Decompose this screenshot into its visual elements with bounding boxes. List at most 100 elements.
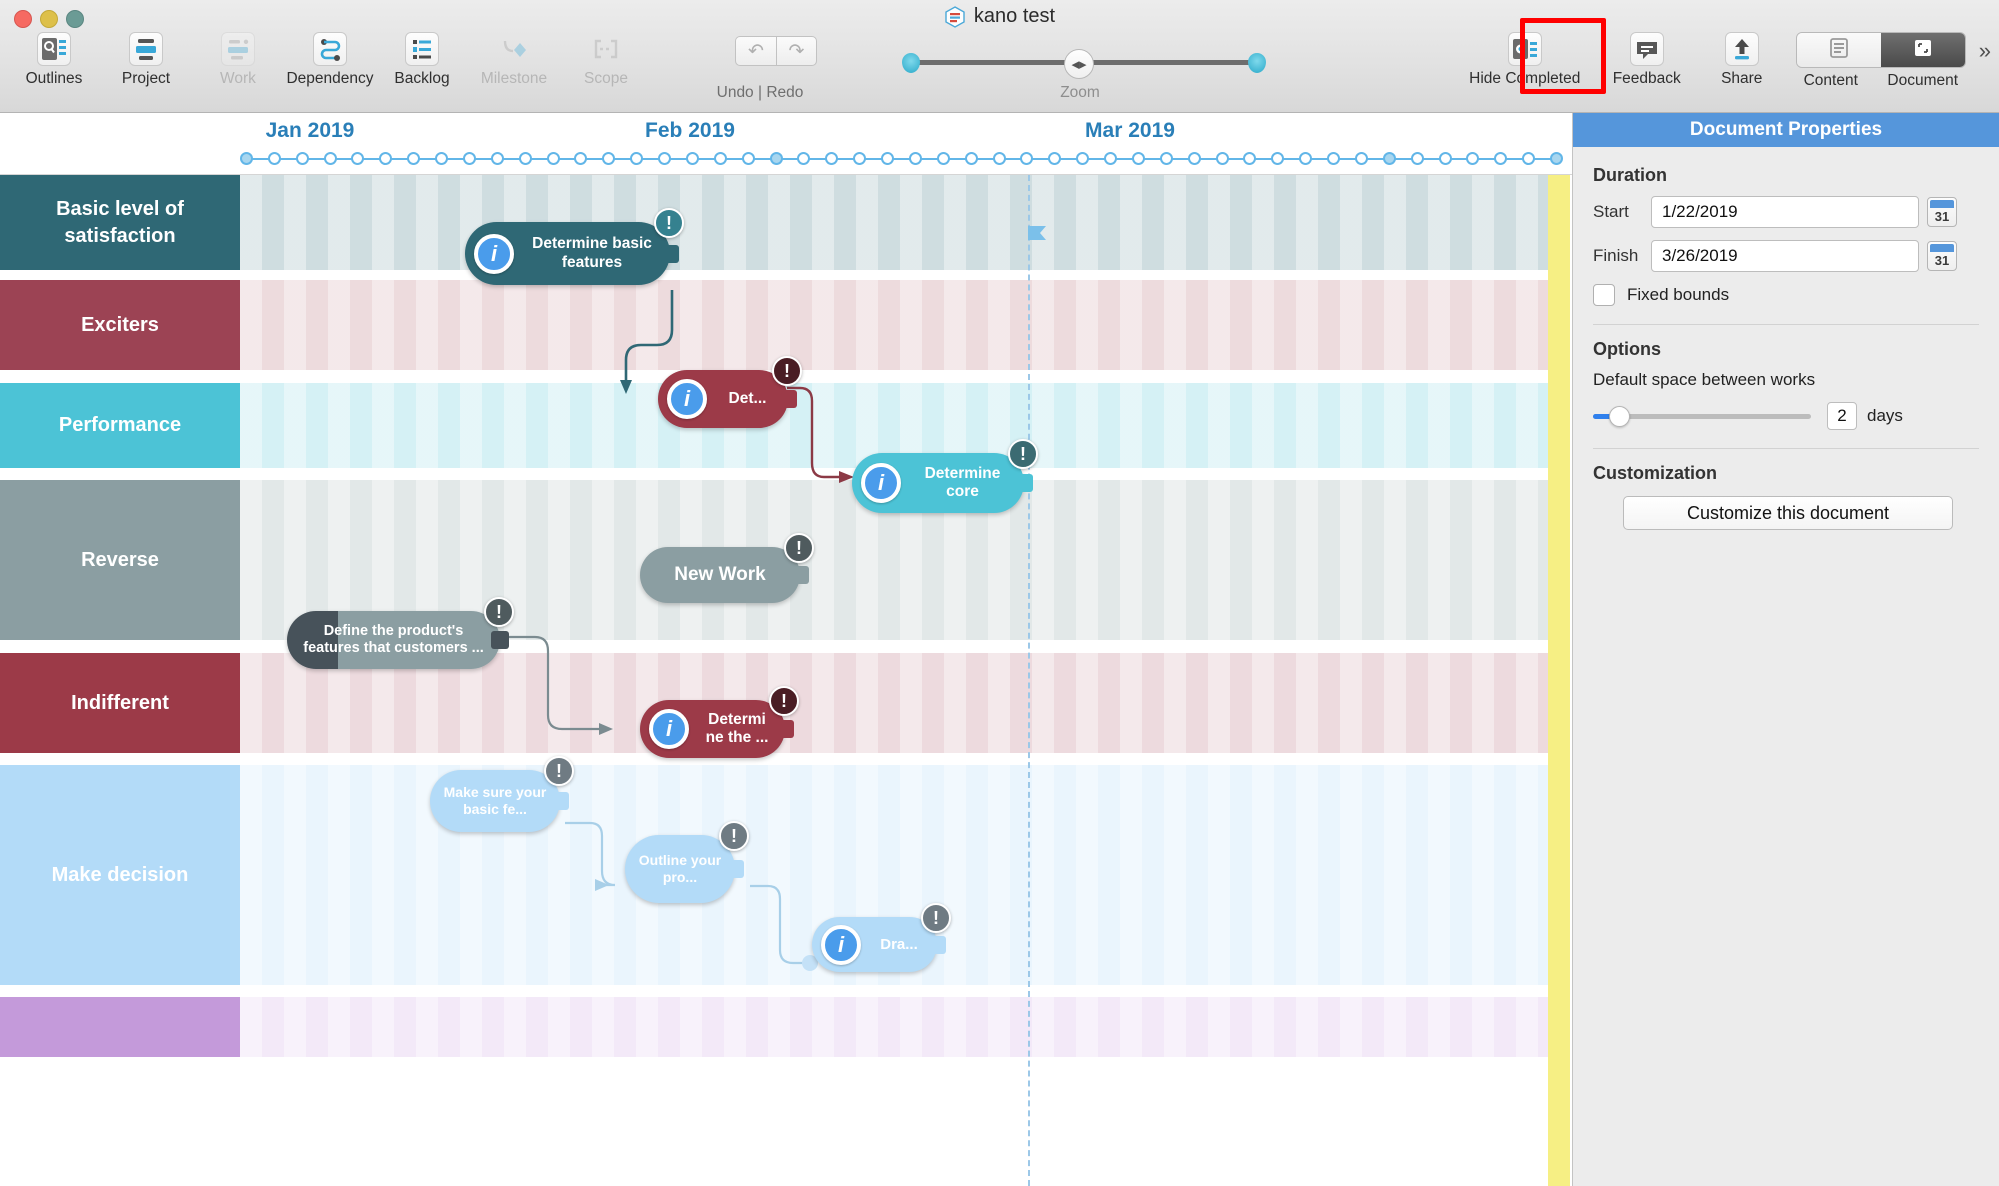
day-tick[interactable]	[379, 152, 393, 165]
day-tick[interactable]	[797, 152, 811, 165]
dependency-connector-handle[interactable]	[726, 860, 744, 878]
slider-knob[interactable]	[1609, 405, 1630, 427]
day-tick[interactable]	[1466, 152, 1480, 165]
swimlane-label-performance[interactable]: Performance	[0, 383, 240, 468]
info-badge-icon[interactable]: i	[649, 709, 689, 749]
segment-document[interactable]	[1880, 33, 1965, 67]
work-card[interactable]: i Det...!	[658, 356, 802, 428]
day-tick[interactable]	[323, 152, 337, 165]
swimlane-label-exciters[interactable]: Exciters	[0, 280, 240, 370]
work-card[interactable]: Make sure your basic fe...!	[430, 756, 574, 832]
day-tick[interactable]	[295, 152, 309, 165]
alert-badge-icon[interactable]: !	[719, 821, 749, 851]
day-tick[interactable]	[1354, 152, 1368, 165]
day-tick[interactable]	[1271, 152, 1285, 165]
swimlane-band[interactable]	[240, 175, 1548, 270]
day-tick[interactable]	[1410, 152, 1424, 165]
swimlane-label-untitled[interactable]	[0, 997, 240, 1057]
swimlane-label-indifferent[interactable]: Indifferent	[0, 653, 240, 753]
day-tick[interactable]	[658, 152, 672, 165]
alert-badge-icon[interactable]: !	[772, 356, 802, 386]
alert-badge-icon[interactable]: !	[784, 533, 814, 563]
work-card[interactable]: Outline your pro...!	[625, 821, 749, 903]
day-tick[interactable]	[1438, 152, 1452, 165]
day-tick[interactable]	[825, 152, 839, 165]
dependency-connector-handle[interactable]	[779, 390, 797, 408]
work-card[interactable]: i Dra...!	[812, 903, 951, 972]
day-tick[interactable]	[908, 152, 922, 165]
swimlane-label-reverse[interactable]: Reverse	[0, 480, 240, 640]
dependency-connector-handle[interactable]	[491, 631, 509, 649]
work-card[interactable]: Define the product's features that custo…	[287, 597, 514, 669]
day-tick[interactable]	[518, 152, 532, 165]
alert-badge-icon[interactable]: !	[1008, 439, 1038, 469]
day-tick[interactable]	[1048, 152, 1062, 165]
day-tick[interactable]	[713, 152, 727, 165]
day-tick[interactable]	[1494, 152, 1508, 165]
info-badge-icon[interactable]: i	[667, 379, 707, 419]
day-ticks[interactable]	[240, 149, 1563, 169]
day-tick[interactable]	[769, 152, 783, 165]
swimlane-band[interactable]	[240, 997, 1548, 1057]
start-date-calendar-icon[interactable]: 31	[1927, 197, 1957, 227]
default-space-value[interactable]: 2	[1827, 402, 1857, 430]
day-tick[interactable]	[574, 152, 588, 165]
day-tick[interactable]	[881, 152, 895, 165]
alert-badge-icon[interactable]: !	[484, 597, 514, 627]
dependency-connector-handle[interactable]	[1015, 474, 1033, 492]
zoom-resize-icon[interactable]: ◂▸	[1064, 49, 1094, 79]
start-date-input[interactable]: 1/22/2019	[1651, 196, 1919, 228]
zoom-min-handle[interactable]	[902, 53, 920, 73]
dependency-connector-handle[interactable]	[928, 935, 946, 954]
work-card[interactable]: i Determine basic features!	[465, 208, 684, 285]
day-tick[interactable]	[1104, 152, 1118, 165]
fixed-bounds-checkbox[interactable]	[1593, 284, 1615, 306]
info-badge-icon[interactable]: i	[861, 463, 901, 503]
day-tick[interactable]	[1550, 152, 1563, 165]
day-tick[interactable]	[240, 152, 253, 165]
fixed-bounds-row[interactable]: Fixed bounds	[1593, 284, 1999, 306]
swimlane-label-make-decision[interactable]: Make decision	[0, 765, 240, 985]
day-tick[interactable]	[490, 152, 504, 165]
day-tick[interactable]	[602, 152, 616, 165]
work-card[interactable]: i Determi ne the ...!	[640, 686, 799, 758]
customize-document-button[interactable]: Customize this document	[1623, 496, 1953, 530]
work-card[interactable]: New Work!	[640, 533, 814, 603]
alert-badge-icon[interactable]: !	[544, 756, 574, 786]
day-tick[interactable]	[1327, 152, 1341, 165]
zoom-max-handle[interactable]	[1248, 53, 1266, 73]
swimlane-label-basic-level-of-satisfaction[interactable]: Basic level of satisfaction	[0, 175, 240, 270]
day-tick[interactable]	[1187, 152, 1201, 165]
timeline-canvas[interactable]: Jan 2019 Feb 2019 Mar 2019 Basic level o…	[0, 113, 1572, 1186]
day-tick[interactable]	[1522, 152, 1536, 165]
day-tick[interactable]	[1215, 152, 1229, 165]
day-tick[interactable]	[853, 152, 867, 165]
toolbar-button-backlog[interactable]: Backlog	[376, 32, 468, 88]
day-tick[interactable]	[1020, 152, 1034, 165]
toolbar-button-outlines[interactable]: Outlines	[8, 32, 100, 88]
day-tick[interactable]	[1299, 152, 1313, 165]
default-space-slider[interactable]	[1593, 405, 1811, 427]
finish-date-input[interactable]: 3/26/2019	[1651, 240, 1919, 272]
toolbar-button-project[interactable]: Project	[100, 32, 192, 88]
day-tick[interactable]	[741, 152, 755, 165]
day-tick[interactable]	[936, 152, 950, 165]
dependency-connector-handle[interactable]	[776, 720, 794, 738]
day-tick[interactable]	[1243, 152, 1257, 165]
dependency-connector-handle[interactable]	[791, 566, 809, 584]
day-tick[interactable]	[685, 152, 699, 165]
day-tick[interactable]	[462, 152, 476, 165]
undo-button[interactable]: ↶	[735, 36, 776, 66]
day-tick[interactable]	[964, 152, 978, 165]
toolbar-button-hide-completed[interactable]: Hide Completed	[1455, 32, 1595, 88]
alert-badge-icon[interactable]: !	[769, 686, 799, 716]
redo-button[interactable]: ↷	[776, 36, 817, 66]
info-badge-icon[interactable]: i	[474, 233, 514, 274]
day-tick[interactable]	[630, 152, 644, 165]
day-tick[interactable]	[1382, 152, 1396, 165]
day-tick[interactable]	[1131, 152, 1145, 165]
toolbar-button-feedback[interactable]: Feedback	[1595, 32, 1699, 88]
dependency-connector-handle[interactable]	[661, 244, 679, 263]
zoom-slider[interactable]: ◂▸	[900, 49, 1266, 79]
alert-badge-icon[interactable]: !	[654, 208, 684, 238]
